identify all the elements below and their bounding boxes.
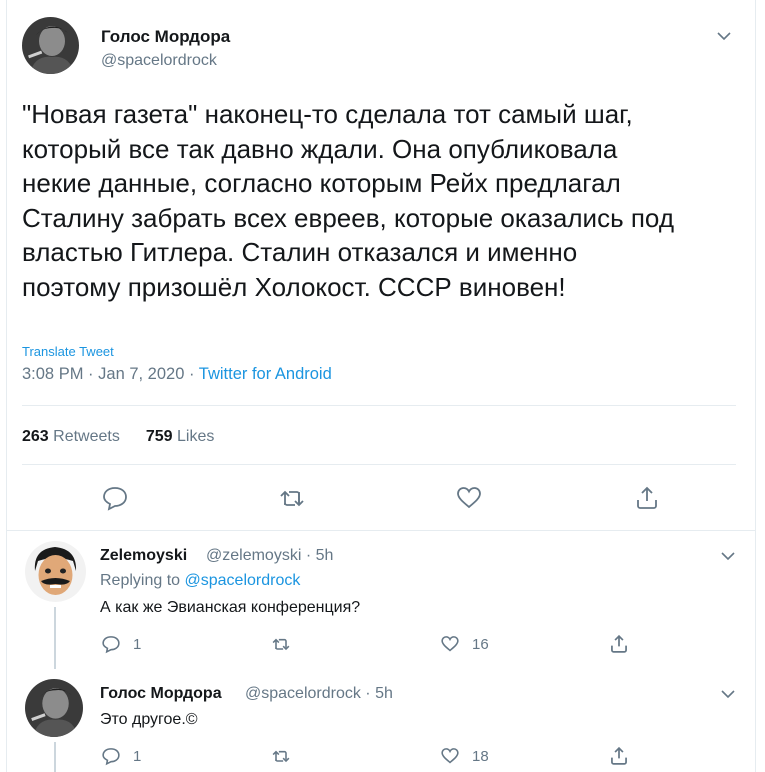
reply-author-name[interactable]: Zelemoyski <box>100 547 187 565</box>
divider <box>22 405 736 406</box>
tweet-metadata: 3:08 PM · Jan 7, 2020 · Twitter for Andr… <box>22 365 332 384</box>
share-icon[interactable] <box>608 745 630 767</box>
retweets-count: 263 <box>22 428 49 445</box>
like-count: 16 <box>472 635 489 653</box>
like-button[interactable]: 16 <box>440 634 489 654</box>
divider <box>22 464 736 465</box>
chevron-down-icon[interactable] <box>720 548 736 564</box>
meta-separator: · <box>188 365 195 383</box>
author-name[interactable]: Голос Мордора <box>101 27 230 47</box>
reply-author-name[interactable]: Голос Мордора <box>100 685 222 703</box>
reply-author-avatar[interactable] <box>25 679 83 737</box>
retweet-icon <box>272 638 290 651</box>
chevron-down-icon[interactable] <box>716 28 732 44</box>
divider <box>6 530 756 531</box>
likes-count: 759 <box>145 428 173 445</box>
retweets-stat[interactable]: 263 Retweets <box>22 428 120 445</box>
likes-stat[interactable]: 759 Likes <box>146 428 215 445</box>
tweet-source-link[interactable]: Twitter for Android <box>199 365 332 383</box>
reply-author-handle[interactable]: @spacelordrock · 5h <box>245 685 393 703</box>
share-icon[interactable] <box>633 484 661 512</box>
like-button[interactable]: 18 <box>440 746 489 766</box>
reply-icon[interactable] <box>101 484 129 512</box>
chevron-down-icon[interactable] <box>720 686 736 702</box>
likes-label: Likes <box>177 428 215 445</box>
author-avatar[interactable] <box>22 17 79 74</box>
tweet-text: "Новая газета" наконец-то сделала тот са… <box>22 99 674 302</box>
share-icon[interactable] <box>608 633 630 655</box>
reply-button[interactable]: 1 <box>101 746 141 766</box>
retweets-label: Retweets <box>53 428 120 445</box>
reply-text: Это другое.© <box>100 711 198 728</box>
reply-author-handle[interactable]: @zelemoyski · 5h <box>206 547 333 565</box>
tweet-date[interactable]: Jan 7, 2020 <box>98 365 184 383</box>
like-count: 18 <box>472 747 489 765</box>
tweet-time[interactable]: 3:08 PM <box>22 365 83 383</box>
reply-button[interactable]: 1 <box>101 634 141 654</box>
retweet-button[interactable] <box>270 746 304 766</box>
reply-icon <box>102 748 120 766</box>
retweet-button[interactable] <box>270 634 304 654</box>
reply-icon <box>102 636 120 654</box>
replying-to-handle-link[interactable]: @spacelordrock <box>185 572 301 589</box>
author-handle[interactable]: @spacelordrock <box>101 52 217 70</box>
thread-connector <box>54 742 56 772</box>
reply-count: 1 <box>133 635 142 653</box>
reply-text: А как же Эвианская конференция? <box>100 599 361 616</box>
like-icon <box>441 748 459 764</box>
replying-to-label: Replying to <box>100 572 181 589</box>
retweet-icon[interactable] <box>278 484 306 512</box>
replying-to: Replying to @spacelordrock <box>100 572 300 590</box>
meta-separator: · <box>88 365 94 383</box>
like-icon <box>441 636 459 652</box>
retweet-icon <box>272 750 290 763</box>
reply-count: 1 <box>133 747 142 765</box>
tweet-stats: 263 Retweets 759 Likes <box>22 428 214 446</box>
translate-tweet-link[interactable]: Translate Tweet <box>22 344 114 359</box>
reply-author-avatar[interactable] <box>25 541 86 602</box>
like-icon[interactable] <box>455 484 483 512</box>
thread-connector <box>54 607 56 669</box>
